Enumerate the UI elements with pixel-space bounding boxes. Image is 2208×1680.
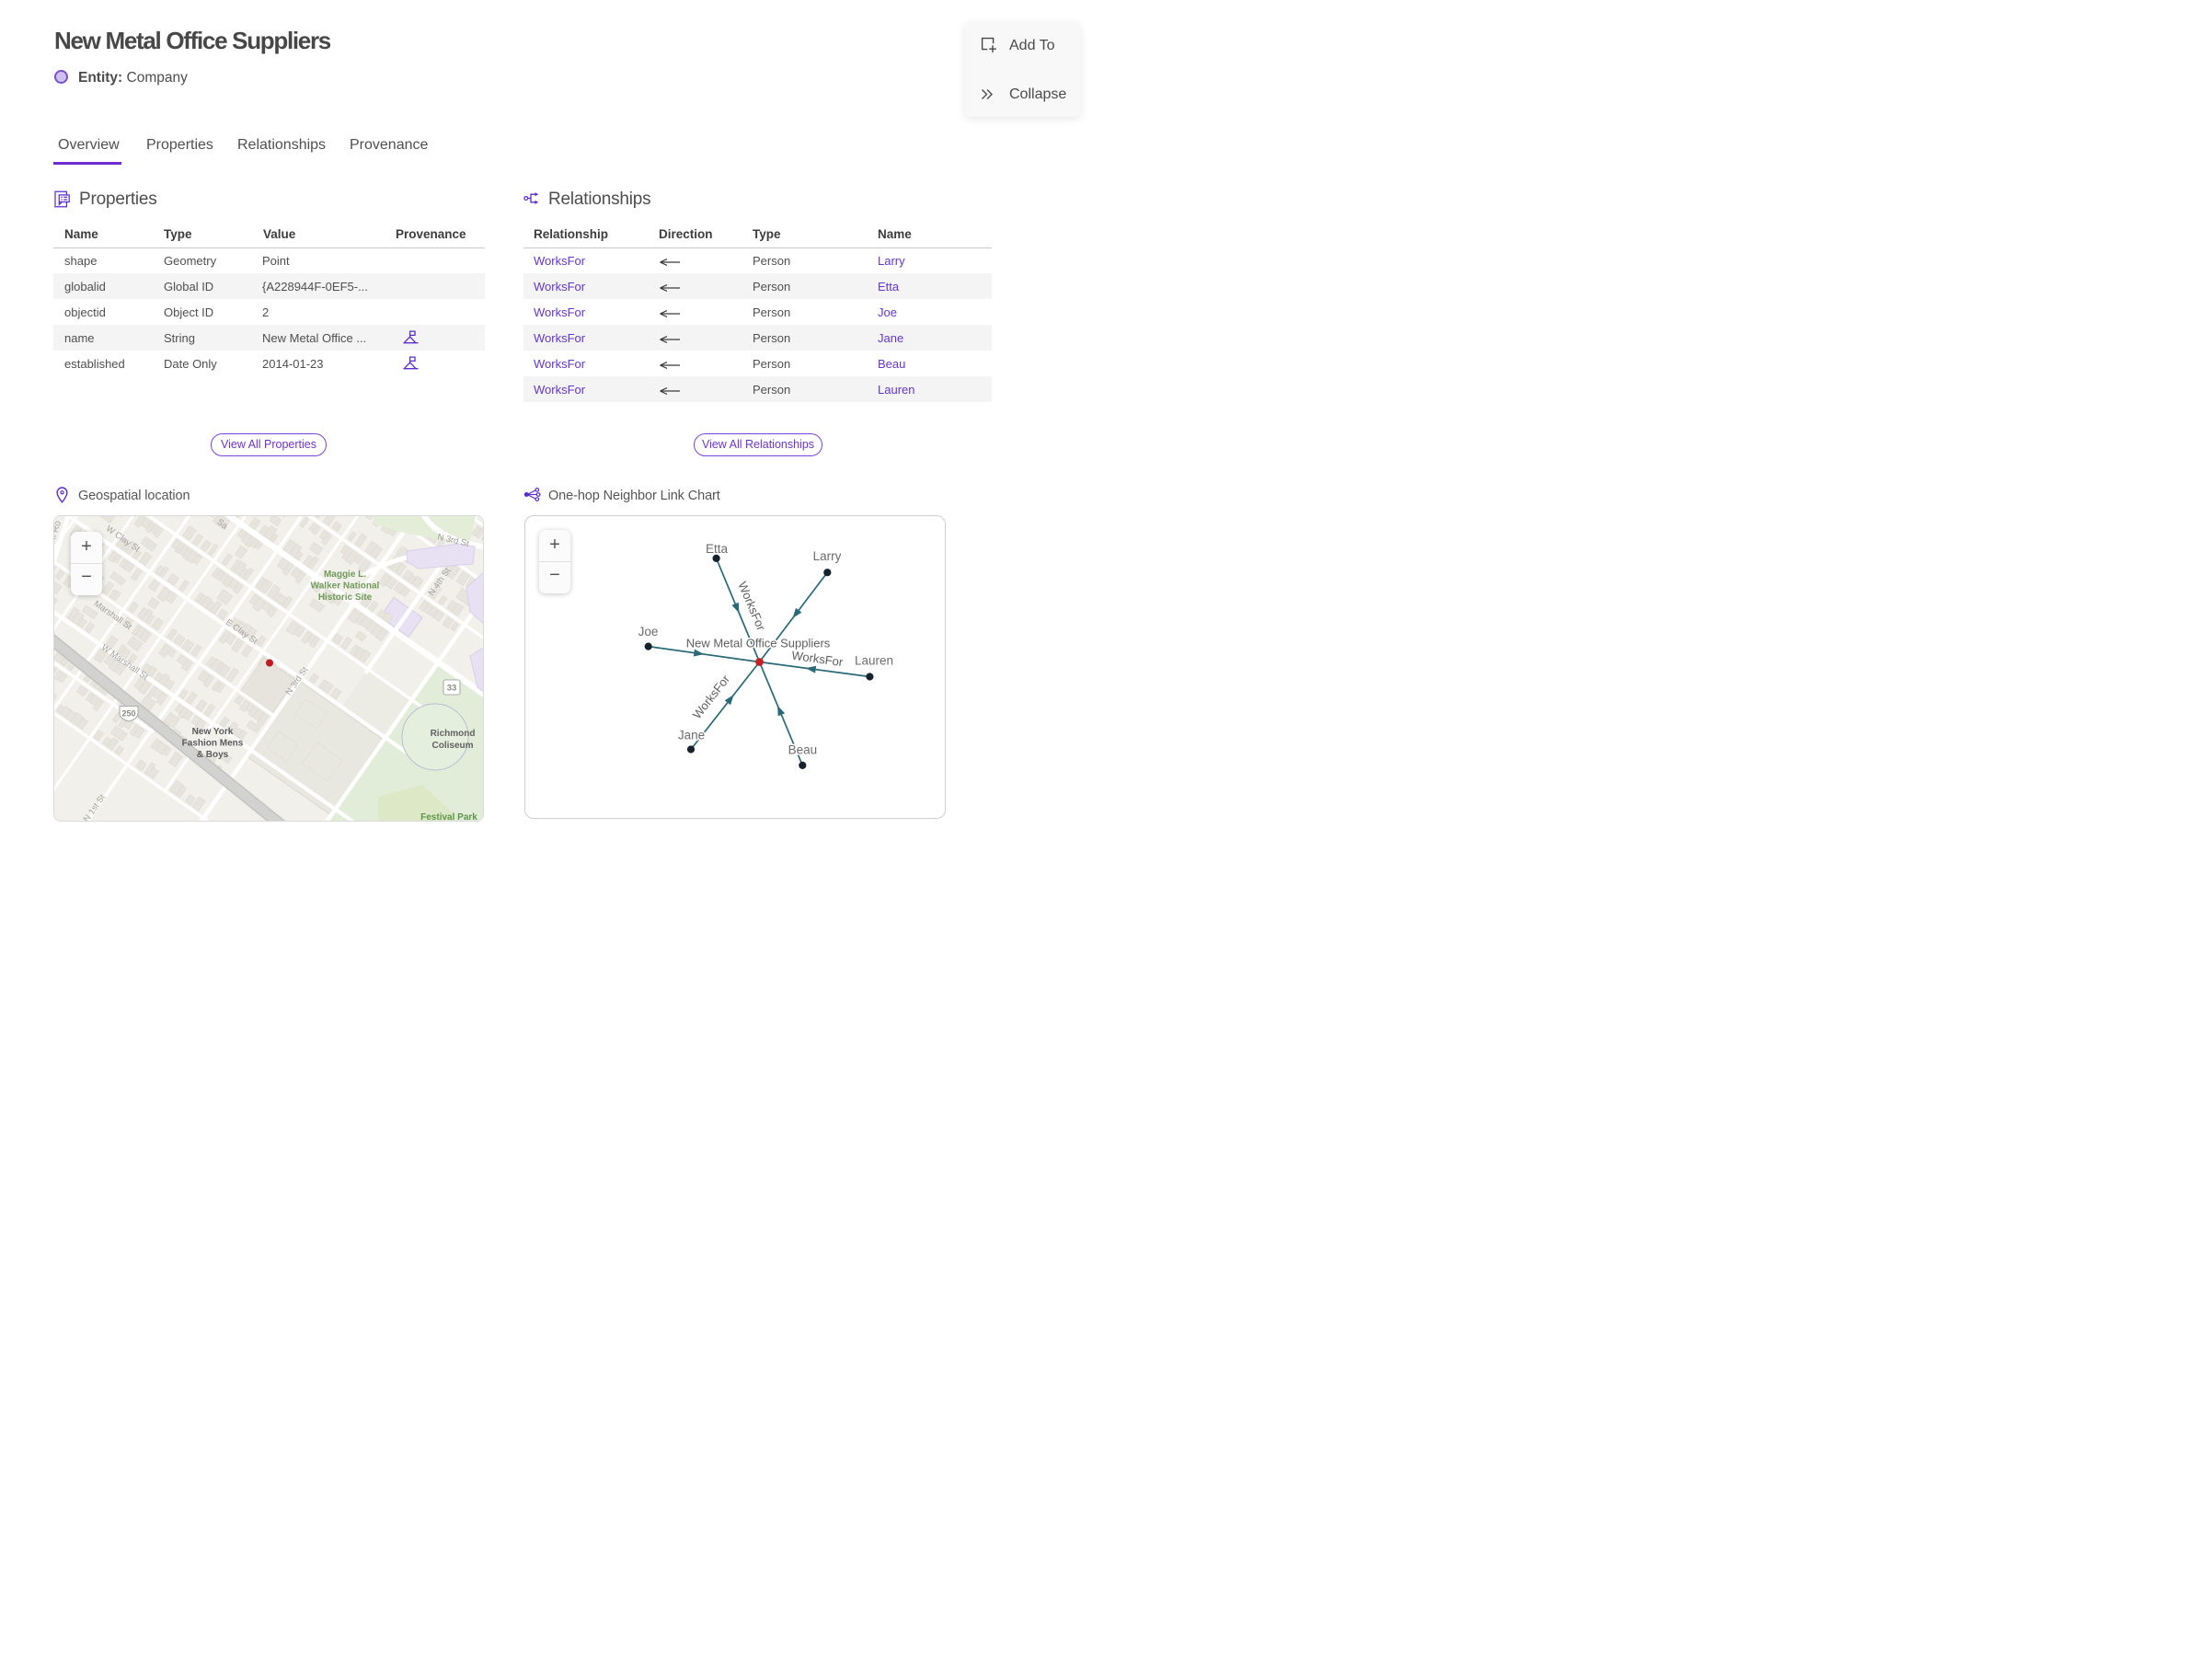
svg-text:33: 33 (447, 684, 457, 694)
svg-text:WorksFor: WorksFor (690, 672, 733, 721)
svg-text:250: 250 (121, 709, 135, 719)
svg-text:Larry: Larry (813, 549, 842, 563)
svg-text:WorksFor: WorksFor (791, 649, 845, 670)
svg-text:New York: New York (192, 727, 234, 737)
svg-text:Beau: Beau (788, 743, 818, 757)
svg-text:Maggie L.: Maggie L. (324, 570, 366, 580)
svg-text:Jane: Jane (678, 729, 705, 742)
svg-text:Coliseum: Coliseum (431, 741, 473, 751)
svg-text:Lauren: Lauren (855, 654, 893, 668)
svg-text:& Boys: & Boys (197, 750, 229, 760)
svg-text:Fashion Mens: Fashion Mens (182, 739, 244, 749)
svg-text:Etta: Etta (706, 542, 729, 556)
svg-text:Joe: Joe (638, 625, 659, 639)
svg-text:Richmond: Richmond (431, 729, 476, 739)
svg-text:WorksFor: WorksFor (735, 580, 768, 633)
svg-text:Walker National: Walker National (311, 581, 380, 592)
svg-text:Historic Site: Historic Site (318, 593, 373, 603)
svg-text:Festival Park: Festival Park (420, 812, 477, 822)
svg-text:New Metal Office Suppliers: New Metal Office Suppliers (686, 637, 831, 650)
